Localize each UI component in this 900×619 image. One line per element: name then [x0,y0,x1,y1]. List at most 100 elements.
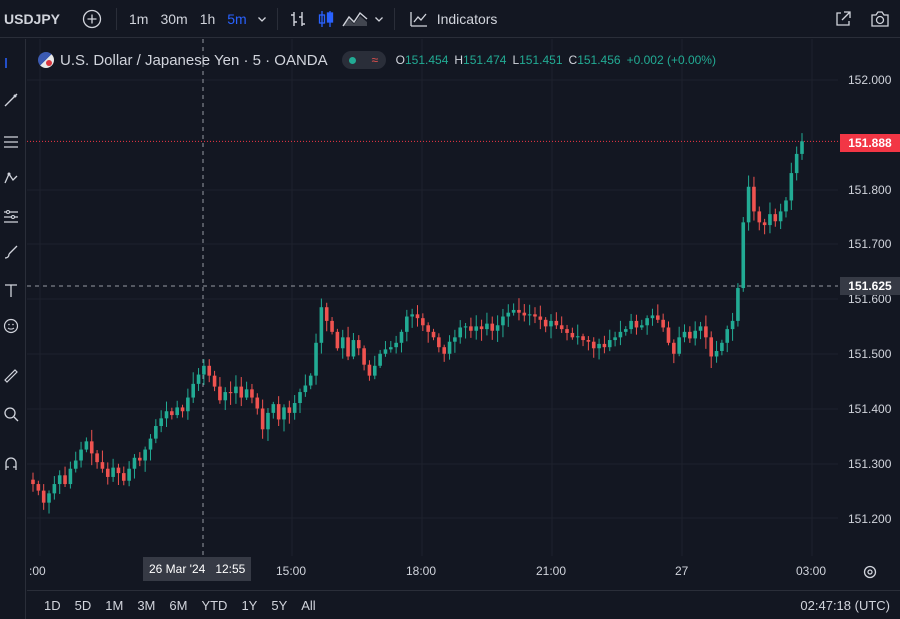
candle-body [47,493,51,503]
candle-body [116,467,121,474]
candle-body [736,288,740,321]
chevron-down-icon [374,16,383,22]
forecast-tool-button[interactable] [0,205,22,227]
divider [116,7,117,30]
range-1y[interactable]: 1Y [234,598,264,613]
candle-body [159,418,163,427]
range-5d[interactable]: 5D [68,598,99,613]
price-chart[interactable] [27,39,900,590]
candle-body [442,347,447,354]
range-1m[interactable]: 1M [98,598,130,613]
close-value: 151.456 [577,53,621,67]
cursor-icon [5,58,7,68]
candle-body [415,314,420,319]
market-status-pill[interactable]: ≈ [341,51,386,69]
brush-tool-button[interactable] [0,241,22,263]
candle-body [73,460,78,469]
candle-body [458,327,463,338]
magnet-tool-button[interactable] [0,453,22,475]
high-value: 151.474 [463,53,507,67]
expand-icon [836,10,851,26]
candle-body [362,348,366,365]
timeframe-1h[interactable]: 1h [194,4,222,34]
candle-body [68,468,73,485]
cursor-tool-button[interactable] [0,53,22,75]
range-3m[interactable]: 3M [130,598,162,613]
timeframe-30m[interactable]: 30m [154,4,193,34]
candle-body [634,320,639,328]
trend-line-tool-button[interactable] [0,89,22,111]
bar-chart-type-button[interactable] [284,4,312,34]
candle-body [335,331,340,349]
candle-body [367,364,372,376]
time-tick: 03:00 [796,564,827,578]
candle-body [559,325,564,330]
range-all[interactable]: All [294,598,322,613]
candle-body [100,462,105,469]
candle-body [346,337,350,357]
indicators-button[interactable]: Indicators [401,4,506,34]
change-value: +0.002 (+0.00%) [626,53,716,67]
close-key: C [568,53,578,67]
range-1d[interactable]: 1D [37,598,68,613]
pattern-tool-button[interactable] [0,167,22,189]
settings-icon [863,565,877,579]
candle-body [244,389,249,398]
candle-body [463,326,468,328]
candle-body [501,316,505,326]
time-tick: 27 [675,564,689,578]
range-5y[interactable]: 5Y [264,598,294,613]
candle-body [41,490,46,503]
text-tool-button[interactable] [0,279,22,301]
zoom-tool-button[interactable] [0,403,22,425]
candle-body [789,173,794,201]
candle-body [746,186,751,223]
symbol-search[interactable]: USDJPY [4,11,74,27]
fib-tool-button[interactable] [0,131,22,153]
data-delay-icon: ≈ [371,53,379,67]
candles-chart-type-button[interactable] [312,4,340,34]
candle-body [570,332,575,338]
candle-body [84,441,89,450]
crosshair-time-tag: 26 Mar '24 12:55 [143,557,252,581]
text-icon [5,284,17,297]
price-tick: 151.400 [848,402,892,416]
candle-body [212,375,217,387]
candle-body [271,404,276,413]
candle-body [186,397,190,412]
utc-clock[interactable]: 02:47:18 (UTC) [800,598,890,613]
range-ytd[interactable]: YTD [194,598,234,613]
chart-settings-button[interactable] [860,562,880,582]
candle-body [586,340,591,342]
measure-tool-button[interactable] [0,365,22,387]
candle-body [207,365,212,376]
candle-body [405,316,409,332]
candle-body [399,331,404,343]
candle-body [730,320,735,330]
timeframe-1m[interactable]: 1m [123,4,154,34]
bars-icon [290,11,305,26]
candle-body [95,453,99,463]
timeframe-dropdown[interactable] [253,4,271,34]
range-6m[interactable]: 6M [162,598,194,613]
emoji-tool-button[interactable] [0,315,22,337]
divider [393,7,395,30]
candle-body [89,441,94,454]
candle-body [218,386,222,401]
candle-body [784,200,788,212]
candle-body [437,337,441,348]
timeframe-5m[interactable]: 5m [221,4,252,34]
high-key: H [454,53,464,67]
legend-title[interactable]: U.S. Dollar / Japanese Yen · 5 · OANDA [60,52,328,69]
candle-body [741,222,746,289]
chart-type-dropdown[interactable] [370,4,388,34]
candle-body [698,326,703,331]
candle-body [223,392,228,401]
area-chart-type-button[interactable] [340,4,370,34]
fullscreen-button[interactable] [830,4,856,34]
candle-body [575,336,580,338]
candle-body [613,337,617,341]
snapshot-button[interactable] [866,4,894,34]
price-tick: 151.700 [848,237,892,251]
compare-symbol-button[interactable] [74,4,110,34]
